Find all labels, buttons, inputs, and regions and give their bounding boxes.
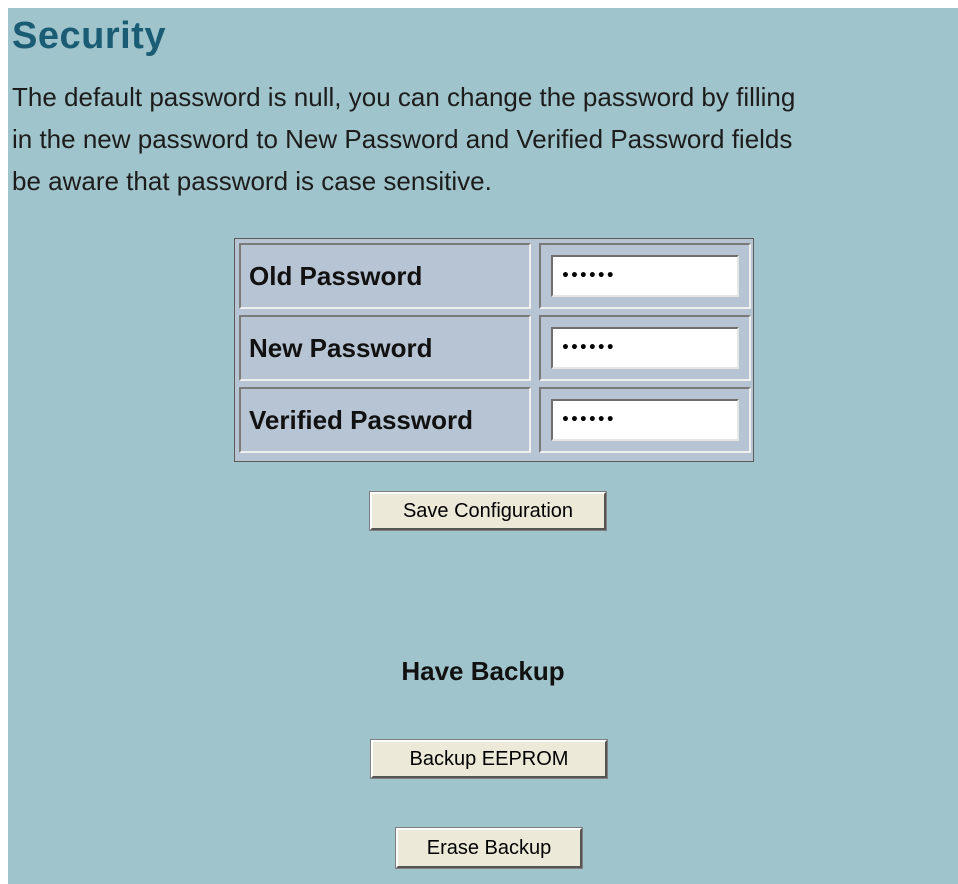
description-line-2: in the new password to New Password and … bbox=[12, 124, 793, 154]
description-text: The default password is null, you can ch… bbox=[12, 76, 956, 202]
new-password-cell: •••••• bbox=[539, 315, 751, 381]
password-table: Old Password •••••• New Password •••••• … bbox=[234, 238, 754, 462]
new-password-label: New Password bbox=[239, 315, 531, 381]
erase-backup-button[interactable]: Erase Backup bbox=[395, 827, 583, 869]
verified-password-cell: •••••• bbox=[539, 387, 751, 453]
old-password-label: Old Password bbox=[239, 243, 531, 309]
new-password-field[interactable]: •••••• bbox=[551, 327, 739, 369]
old-password-cell: •••••• bbox=[539, 243, 751, 309]
description-line-3: be aware that password is case sensitive… bbox=[12, 166, 492, 196]
page-title: Security bbox=[12, 15, 166, 57]
page: Security The default password is null, y… bbox=[0, 0, 958, 884]
description-line-1: The default password is null, you can ch… bbox=[12, 82, 796, 112]
security-panel: Security The default password is null, y… bbox=[8, 8, 958, 884]
old-password-field[interactable]: •••••• bbox=[551, 255, 739, 297]
backup-heading: Have Backup bbox=[401, 656, 565, 686]
save-configuration-button[interactable]: Save Configuration bbox=[369, 491, 607, 531]
backup-eeprom-button[interactable]: Backup EEPROM bbox=[370, 739, 608, 779]
verified-password-label: Verified Password bbox=[239, 387, 531, 453]
verified-password-field[interactable]: •••••• bbox=[551, 399, 739, 441]
